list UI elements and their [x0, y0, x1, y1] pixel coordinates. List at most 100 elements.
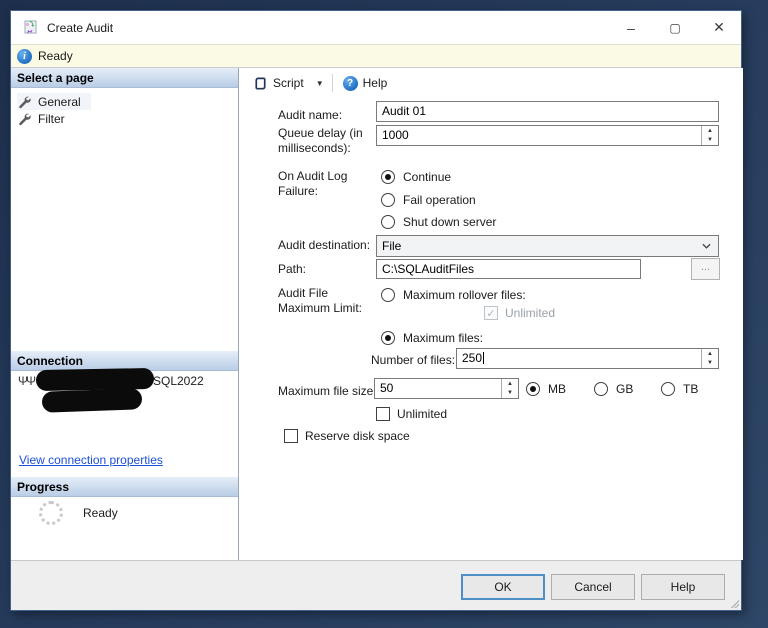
radio-label: TB	[683, 382, 698, 396]
browse-button[interactable]: ...	[691, 258, 720, 280]
main-panel: Script ▼ ? Help Audit name: Audit 01 Que…	[240, 68, 743, 560]
radio-mb[interactable]: MB	[526, 382, 566, 396]
radio-icon[interactable]	[594, 382, 608, 396]
desktop-background: Create Audit – ▢ ✕ i Ready Select a page…	[0, 0, 768, 628]
radio-label: GB	[616, 382, 633, 396]
sidebar-item-general[interactable]: General	[17, 93, 91, 110]
radio-maximum-files[interactable]: Maximum files:	[381, 331, 483, 345]
radio-maximum-rollover-files[interactable]: Maximum rollover files:	[381, 288, 526, 302]
server-name-suffix: SQL2022	[153, 374, 204, 388]
radio-label: Shut down server	[403, 215, 496, 229]
app-icon	[23, 20, 39, 36]
progress-header: Progress	[11, 477, 238, 497]
path-input[interactable]: C:\SQLAuditFiles	[376, 259, 641, 279]
help-label: Help	[363, 76, 388, 90]
script-icon	[253, 76, 268, 91]
info-icon: i	[17, 49, 32, 64]
ok-button[interactable]: OK	[461, 574, 545, 600]
checkbox-rollover-unlimited: ✓ Unlimited	[484, 306, 555, 320]
wrench-icon	[17, 112, 31, 126]
close-icon[interactable]: ✕	[697, 11, 741, 44]
window-title: Create Audit	[47, 21, 113, 35]
spin-up-icon[interactable]: ▲	[702, 349, 718, 359]
audit-name-label: Audit name:	[278, 108, 378, 123]
radio-icon[interactable]	[526, 382, 540, 396]
help-button[interactable]: ? Help	[339, 73, 392, 94]
text-cursor	[483, 352, 484, 364]
redacted-server-name	[36, 368, 154, 391]
checkbox-label: Unlimited	[505, 306, 555, 320]
create-audit-dialog: Create Audit – ▢ ✕ i Ready Select a page…	[10, 10, 742, 611]
toolbar-separator	[332, 74, 333, 92]
sidebar-item-label: Filter	[38, 112, 65, 126]
checkbox-icon[interactable]	[284, 429, 298, 443]
radio-continue[interactable]: Continue	[381, 170, 451, 184]
script-dropdown-icon[interactable]: ▼	[314, 76, 326, 91]
radio-fail-operation[interactable]: Fail operation	[381, 193, 476, 207]
redacted-user-name	[42, 388, 143, 412]
checkbox-label: Unlimited	[397, 407, 447, 421]
maximize-icon[interactable]: ▢	[653, 11, 697, 44]
radio-icon[interactable]	[381, 215, 395, 229]
radio-label: Fail operation	[403, 193, 476, 207]
audit-name-input[interactable]: Audit 01	[376, 101, 719, 122]
wrench-icon	[17, 95, 31, 109]
help-icon: ?	[343, 76, 358, 91]
queue-delay-input[interactable]: 1000 ▲▼	[376, 125, 719, 146]
audit-destination-dropdown[interactable]: File	[376, 235, 719, 257]
checkbox-icon[interactable]	[376, 407, 390, 421]
progress-spinner-icon	[39, 501, 63, 525]
radio-gb[interactable]: GB	[594, 382, 633, 396]
script-button[interactable]: Script	[249, 73, 308, 94]
script-label: Script	[273, 76, 304, 90]
radio-shut-down-server[interactable]: Shut down server	[381, 215, 496, 229]
title-bar[interactable]: Create Audit – ▢ ✕	[11, 11, 741, 44]
sidebar: Select a page General Filter Connection …	[11, 68, 239, 560]
spin-down-icon[interactable]: ▼	[702, 359, 718, 369]
checkbox-label: Reserve disk space	[305, 429, 410, 443]
audit-destination-value: File	[382, 239, 401, 253]
audit-destination-label: Audit destination:	[278, 238, 388, 253]
radio-label: Maximum rollover files:	[403, 288, 526, 302]
path-label: Path:	[278, 262, 378, 277]
radio-label: Continue	[403, 170, 451, 184]
queue-delay-label: Queue delay (in milliseconds):	[278, 126, 378, 156]
number-of-files-label: Number of files:	[371, 353, 461, 368]
minimize-icon[interactable]: –	[609, 11, 653, 44]
radio-icon[interactable]	[381, 288, 395, 302]
spin-up-icon[interactable]: ▲	[502, 379, 518, 389]
audit-file-maximum-limit-label: Audit File Maximum Limit:	[278, 286, 378, 316]
radio-icon[interactable]	[381, 193, 395, 207]
spin-down-icon[interactable]: ▼	[502, 389, 518, 399]
view-connection-properties-link[interactable]: View connection properties	[19, 453, 163, 467]
cancel-button[interactable]: Cancel	[551, 574, 635, 600]
status-strip: i Ready	[11, 44, 741, 68]
sidebar-item-filter[interactable]: Filter	[17, 110, 65, 127]
checkbox-reserve-disk-space[interactable]: Reserve disk space	[284, 429, 410, 443]
chevron-down-icon	[702, 243, 711, 250]
checkbox-size-unlimited[interactable]: Unlimited	[376, 407, 447, 421]
progress-status-text: Ready	[83, 506, 118, 520]
queue-delay-value: 1000	[382, 128, 409, 142]
maximum-file-size-input[interactable]: 50 ▲▼	[374, 378, 519, 399]
number-of-files-value: 250	[462, 351, 482, 365]
server-connection-icon: ΨΨ	[18, 374, 34, 388]
sidebar-item-label: General	[38, 95, 81, 109]
radio-tb[interactable]: TB	[661, 382, 698, 396]
resize-grip[interactable]	[730, 599, 739, 608]
status-text: Ready	[38, 49, 73, 63]
number-of-files-input[interactable]: 250 ▲▼	[456, 348, 719, 369]
help-button-footer[interactable]: Help	[641, 574, 725, 600]
number-of-files-spinner[interactable]: ▲▼	[701, 349, 718, 368]
checkbox-icon: ✓	[484, 306, 498, 320]
radio-label: Maximum files:	[403, 331, 483, 345]
radio-icon[interactable]	[381, 331, 395, 345]
spin-down-icon[interactable]: ▼	[702, 136, 718, 146]
maximum-file-size-value: 50	[380, 381, 393, 395]
radio-label: MB	[548, 382, 566, 396]
radio-icon[interactable]	[661, 382, 675, 396]
queue-delay-spinner[interactable]: ▲▼	[701, 126, 718, 145]
maximum-file-size-spinner[interactable]: ▲▼	[501, 379, 518, 398]
spin-up-icon[interactable]: ▲	[702, 126, 718, 136]
radio-icon[interactable]	[381, 170, 395, 184]
